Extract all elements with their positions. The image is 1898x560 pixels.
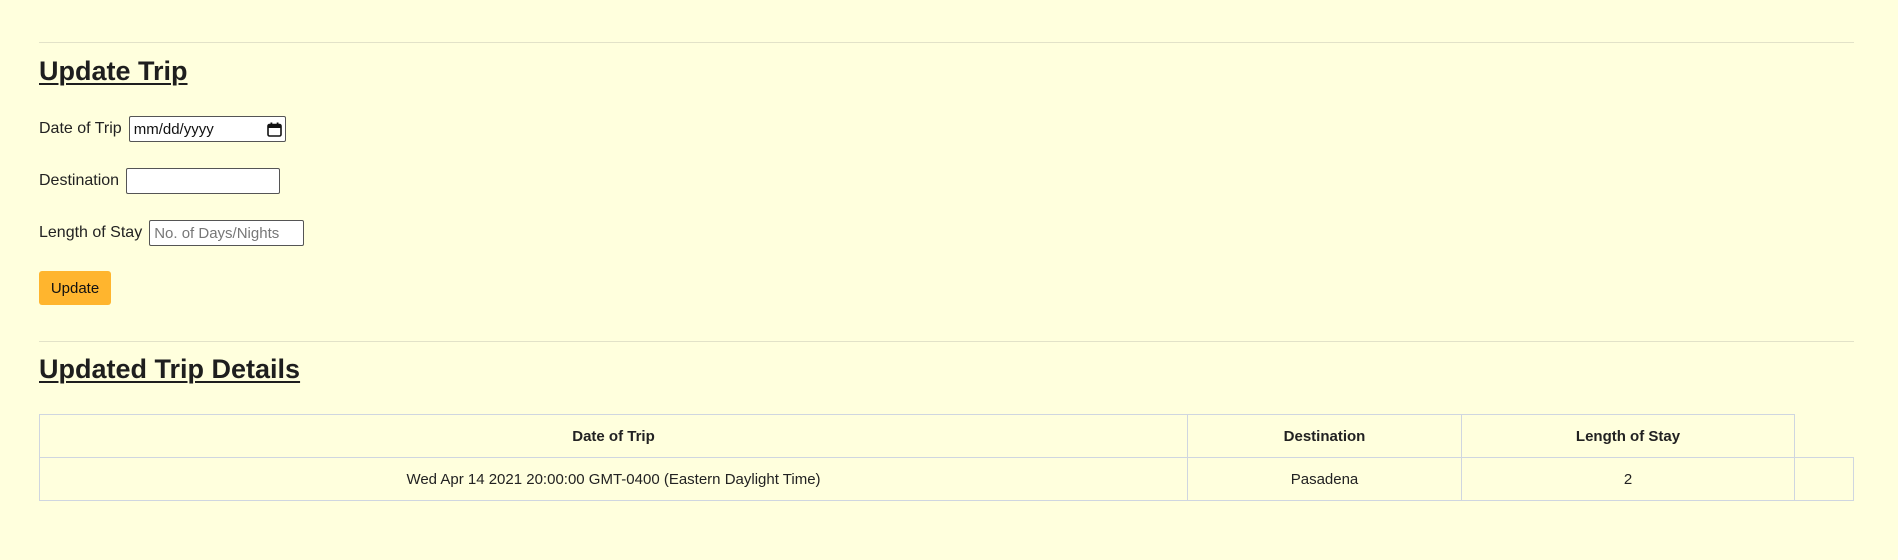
cell-destination: Pasadena: [1187, 457, 1462, 501]
trip-details-table: Date of Trip Destination Length of Stay …: [39, 414, 1854, 501]
table-header-row: Date of Trip Destination Length of Stay: [39, 414, 1854, 458]
length-of-stay-label: Length of Stay: [39, 224, 143, 241]
cell-empty: [1794, 457, 1854, 501]
calendar-icon[interactable]: [266, 122, 282, 137]
date-of-trip-input[interactable]: mm/dd/yyyy: [128, 116, 286, 142]
length-of-stay-field: Length of Stay: [39, 220, 305, 246]
destination-field: Destination: [39, 168, 281, 194]
column-header-length: Length of Stay: [1461, 414, 1795, 458]
table-row: Wed Apr 14 2021 20:00:00 GMT-0400 (Easte…: [39, 457, 1854, 501]
destination-label: Destination: [39, 172, 120, 189]
date-of-trip-label: Date of Trip: [39, 120, 122, 137]
column-header-empty: [1794, 414, 1854, 458]
updated-trip-details-heading: Updated Trip Details: [39, 354, 301, 384]
top-divider: [39, 42, 1854, 43]
cell-date: Wed Apr 14 2021 20:00:00 GMT-0400 (Easte…: [39, 457, 1188, 501]
destination-input[interactable]: [126, 168, 281, 194]
update-button[interactable]: Update: [39, 271, 111, 305]
date-placeholder: mm/dd/yyyy: [133, 120, 214, 138]
section-divider: [39, 341, 1854, 342]
column-header-date: Date of Trip: [39, 414, 1188, 458]
update-trip-heading: Update Trip: [39, 56, 188, 86]
date-of-trip-field: Date of Trip mm/dd/yyyy: [39, 116, 286, 142]
cell-length: 2: [1461, 457, 1795, 501]
column-header-destination: Destination: [1187, 414, 1462, 458]
length-of-stay-input[interactable]: [149, 220, 305, 246]
